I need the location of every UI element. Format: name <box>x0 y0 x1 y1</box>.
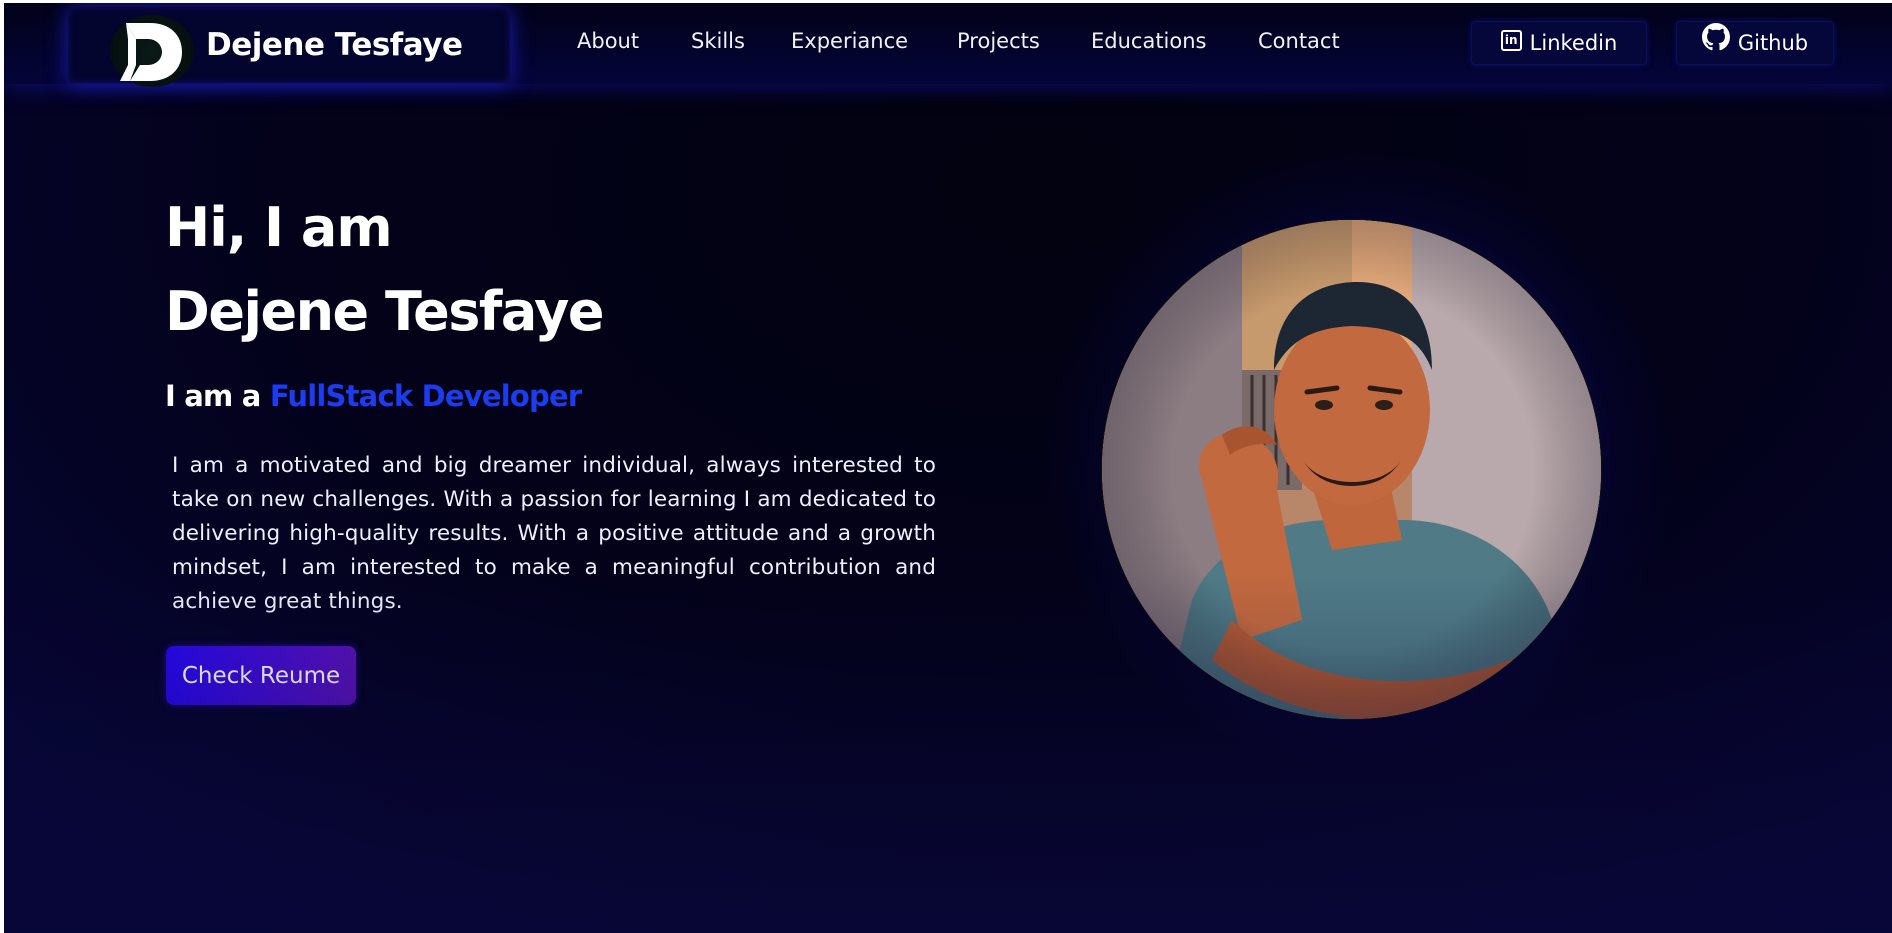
nav-link-about[interactable]: About <box>577 29 639 53</box>
github-label: Github <box>1737 31 1809 55</box>
logo-icon <box>110 15 194 87</box>
check-resume-button[interactable]: Check Reume <box>166 646 356 705</box>
profile-photo <box>1101 219 1602 720</box>
nav-link-projects[interactable]: Projects <box>957 29 1040 53</box>
linkedin-label: Linkedin <box>1529 31 1618 55</box>
nav-link-experience[interactable]: Experiance <box>791 29 908 53</box>
nav-link-educations[interactable]: Educations <box>1091 29 1207 53</box>
hero-role-title: FullStack Developer <box>269 379 582 413</box>
github-button[interactable]: Github <box>1676 21 1834 65</box>
hero-bio: I am a motivated and big dreamer individ… <box>172 453 936 614</box>
hero-name: Dejene Tesfaye <box>165 280 604 343</box>
linkedin-button[interactable]: in Linkedin <box>1471 21 1647 65</box>
hero-role-prefix: I am a <box>165 379 261 413</box>
nav-link-contact[interactable]: Contact <box>1258 29 1340 53</box>
brand-name: Dejene Tesfaye <box>206 27 463 63</box>
linkedin-icon: in <box>1500 29 1522 51</box>
github-icon <box>1701 22 1730 56</box>
nav-link-skills[interactable]: Skills <box>691 29 745 53</box>
brand[interactable]: Dejene Tesfaye <box>68 7 510 87</box>
navbar: Dejene Tesfaye About Skills Experiance P… <box>4 3 1892 87</box>
hero-greeting: Hi, I am <box>165 196 393 259</box>
page-frame: Dejene Tesfaye About Skills Experiance P… <box>4 3 1892 933</box>
hero-role: I am a FullStack Developer <box>165 379 582 413</box>
